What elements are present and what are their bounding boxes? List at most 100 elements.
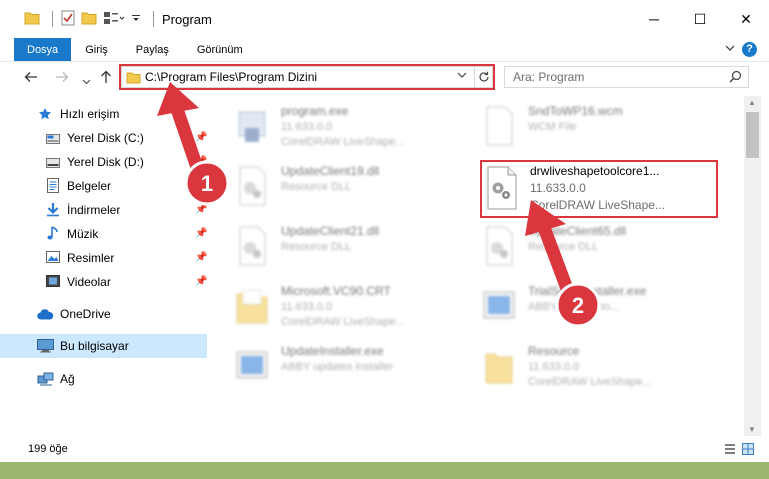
help-icon[interactable]: ? (742, 42, 757, 57)
sidebar-item-this-pc[interactable]: Bu bilgisayar (0, 334, 207, 358)
file-tile[interactable]: Microsoft.VC90.CRT 11.633.0.0 CorelDRAW … (235, 282, 475, 332)
item-count: 199 öğe (28, 443, 68, 455)
file-detail: WCM File (528, 121, 577, 133)
forward-arrow-icon[interactable] (55, 70, 69, 88)
up-arrow-icon[interactable] (99, 70, 113, 88)
sidebar-item-onedrive[interactable]: OneDrive (0, 302, 207, 326)
file-detail: ABBY updates installer (281, 361, 394, 373)
drive-icon (46, 157, 60, 171)
file-tile[interactable]: UpdateClient21.dll Resource DLL (235, 222, 475, 272)
expand-ribbon-icon[interactable] (725, 43, 735, 56)
address-path[interactable]: C:\Program Files\Program Dizini (145, 70, 317, 84)
back-arrow-icon[interactable] (24, 70, 38, 88)
cloud-icon (37, 309, 54, 323)
recent-locations-chevron-icon[interactable] (82, 73, 91, 90)
sidebar-item-downloads[interactable]: İndirmeler 📌 (0, 198, 207, 222)
sidebar-item-label: Belgeler (67, 179, 112, 193)
window-title: Program (162, 11, 212, 27)
file-name: TrialSetupInstaller.exe (528, 284, 647, 298)
quick-access-toolbar: Program (24, 0, 212, 38)
vertical-scrollbar[interactable]: ▲ ▼ (744, 96, 761, 436)
navigation-pane: Hızlı erişim Yerel Disk (C:) 📌 Yerel Dis… (0, 96, 209, 436)
file-list: program.exe 11.633.0.0 CorelDRAW LiveSha… (209, 96, 744, 436)
pin-icon[interactable]: 📌 (195, 276, 207, 287)
scroll-up-icon[interactable]: ▲ (748, 98, 756, 107)
installer-file-icon (236, 351, 268, 379)
address-dropdown-icon[interactable] (457, 70, 467, 83)
file-detail: Resource DLL (281, 241, 352, 253)
dll-file-icon (487, 166, 517, 210)
sidebar-item-documents[interactable]: Belgeler 📌 (0, 174, 207, 198)
sidebar-item-label: Yerel Disk (C:) (67, 131, 144, 145)
file-name: program.exe (281, 104, 349, 118)
search-icon[interactable] (729, 70, 742, 86)
quick-access-divider (52, 11, 53, 27)
pictures-icon (46, 251, 60, 266)
file-detail: Resource DLL (281, 181, 352, 193)
exe-file-icon (238, 111, 266, 142)
tab-share[interactable]: Paylaş (122, 38, 183, 61)
file-detail: 11.633.0.0 (528, 361, 580, 373)
file-tile[interactable]: TrialSetupInstaller.exe ABBY updater to.… (482, 282, 722, 332)
sidebar-item-network[interactable]: Ağ (0, 367, 207, 391)
search-box[interactable]: Ara: Program (504, 66, 749, 88)
folder-icon (126, 71, 141, 87)
sidebar-item-music[interactable]: Müzik 📌 (0, 222, 207, 246)
pin-icon[interactable]: 📌 (195, 156, 207, 167)
blank-file-icon (486, 106, 513, 146)
file-detail: Resource DLL (528, 241, 599, 253)
sidebar-item-pictures[interactable]: Resimler 📌 (0, 246, 207, 270)
file-tile[interactable]: UpdateClient19.dll Resource DLL (235, 162, 475, 212)
title-divider (153, 11, 154, 27)
view-options-icon[interactable] (103, 11, 125, 28)
tab-home[interactable]: Giriş (71, 38, 122, 61)
file-tile[interactable]: program.exe 11.633.0.0 CorelDRAW LiveSha… (235, 102, 475, 152)
customize-toolbar-icon[interactable] (131, 11, 141, 28)
sidebar-item-label: Ağ (60, 372, 75, 386)
folder-icon (485, 353, 513, 384)
pin-icon[interactable]: 📌 (195, 252, 207, 263)
maximize-button[interactable]: ☐ (677, 0, 723, 38)
tab-file[interactable]: Dosya (14, 38, 72, 61)
network-icon (37, 372, 54, 389)
window-controls: ─ ☐ ✕ (631, 0, 769, 38)
sidebar-item-label: Yerel Disk (D:) (67, 155, 144, 169)
sidebar-item-label: Hızlı erişim (60, 107, 120, 121)
search-input[interactable]: Ara: Program (513, 70, 584, 84)
properties-icon[interactable] (61, 10, 75, 29)
file-detail: ABBY updater to... (528, 301, 619, 313)
pin-icon[interactable]: 📌 (195, 228, 207, 239)
file-tile[interactable]: SndToWP16.wcm WCM File (482, 102, 722, 152)
scroll-down-icon[interactable]: ▼ (748, 425, 756, 434)
sidebar-item-local-disk-c[interactable]: Yerel Disk (C:) 📌 (0, 126, 207, 150)
sidebar-item-local-disk-d[interactable]: Yerel Disk (D:) 📌 (0, 150, 207, 174)
address-bar[interactable]: C:\Program Files\Program Dizini (121, 66, 493, 88)
folder-icon[interactable] (24, 11, 40, 28)
ribbon-tabs: Dosya Giriş Paylaş Görünüm ? (0, 38, 769, 62)
file-detail: CorelDRAW LiveShape... (528, 376, 652, 388)
new-folder-icon[interactable] (81, 11, 97, 28)
installer-file-icon (483, 291, 515, 319)
large-icons-view-icon[interactable] (742, 443, 754, 458)
pin-icon[interactable]: 📌 (195, 132, 207, 143)
blurred-files: program.exe 11.633.0.0 CorelDRAW LiveSha… (209, 96, 744, 436)
file-tile[interactable]: UpdateClient65.dll Resource DLL (482, 222, 722, 272)
sidebar-item-quick-access[interactable]: Hızlı erişim (0, 102, 207, 126)
pin-icon[interactable]: 📌 (195, 204, 207, 215)
sidebar-item-videos[interactable]: Videolar 📌 (0, 270, 207, 294)
download-icon (46, 202, 60, 220)
file-name: UpdateClient65.dll (528, 224, 627, 238)
close-button[interactable]: ✕ (723, 0, 769, 38)
status-bar: 199 öğe (0, 436, 769, 462)
file-tile[interactable]: UpdateInstaller.exe ABBY updates install… (235, 342, 475, 392)
file-tile[interactable]: Resource 11.633.0.0 CorelDRAW LiveShape.… (482, 342, 722, 392)
refresh-icon[interactable] (474, 67, 492, 87)
pin-icon[interactable]: 📌 (195, 180, 207, 191)
details-view-icon[interactable] (724, 443, 736, 458)
target-file-tile[interactable]: drwliveshapetoolcore1... 11.633.0.0 Core… (480, 160, 716, 216)
minimize-button[interactable]: ─ (631, 0, 677, 38)
videos-icon (46, 275, 60, 290)
file-name: Microsoft.VC90.CRT (281, 284, 391, 298)
scroll-thumb[interactable] (746, 112, 759, 158)
tab-view[interactable]: Görünüm (183, 38, 257, 61)
